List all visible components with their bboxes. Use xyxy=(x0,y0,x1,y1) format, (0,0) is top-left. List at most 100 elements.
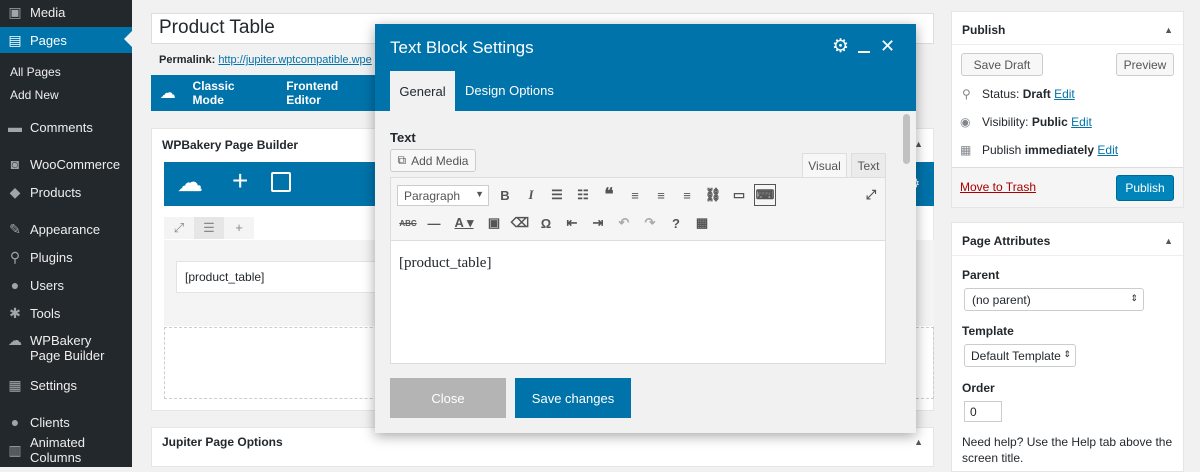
editor-tab-text[interactable]: Text xyxy=(851,153,886,177)
text-block-element[interactable]: [product_table] xyxy=(176,261,376,293)
row-layout-icon[interactable]: ☰ xyxy=(194,217,224,239)
toolbar-toggle-icon[interactable]: ⌨ xyxy=(754,184,776,206)
text-field-label: Text xyxy=(390,130,416,145)
pages-icon: ▤ xyxy=(8,31,22,48)
align-center-icon[interactable]: ≡ xyxy=(650,184,672,206)
template-select[interactable]: Default Template ⇕ xyxy=(964,344,1076,367)
special-character-icon[interactable]: Ω xyxy=(535,212,557,234)
indent-icon[interactable]: ⇥ xyxy=(587,212,609,234)
bullet-list-icon[interactable]: ☰ xyxy=(546,184,568,206)
strikethrough-icon[interactable]: ABC xyxy=(397,212,419,234)
parent-label: Parent xyxy=(962,268,1000,282)
align-right-icon[interactable]: ≡ xyxy=(676,184,698,206)
frontend-editor-button[interactable]: Frontend Editor xyxy=(286,79,375,107)
close-button[interactable]: Close xyxy=(390,378,506,418)
outdent-icon[interactable]: ⇤ xyxy=(561,212,583,234)
publish-box: Publish ▲ Save Draft Preview ⚲ Status: D… xyxy=(951,11,1184,208)
row-add-icon[interactable]: + xyxy=(224,217,254,239)
sidebar-item-clients[interactable]: ● Clients xyxy=(0,412,132,432)
row-expand-icon[interactable]: ⤢ xyxy=(164,217,194,239)
sidebar-item-products[interactable]: ◆ Products xyxy=(0,182,132,202)
collapse-icon[interactable]: ▲ xyxy=(914,437,923,447)
clear-formatting-icon[interactable]: ⌫ xyxy=(509,212,531,234)
sidebar-item-woocommerce[interactable]: ◙ WooCommerce xyxy=(0,154,132,174)
save-draft-button[interactable]: Save Draft xyxy=(961,53,1043,76)
toolbar-row-2: ABC — A ▾ ▣ ⌫ Ω ⇤ ⇥ ↶ ↷ ? ▦ xyxy=(397,212,713,234)
visibility-edit-link[interactable]: Edit xyxy=(1071,115,1092,129)
add-media-button[interactable]: ⧉ Add Media xyxy=(390,149,476,172)
tab-general[interactable]: General xyxy=(390,71,455,111)
blockquote-icon[interactable]: ❝ xyxy=(598,184,620,206)
sidebar-item-users[interactable]: ● Users xyxy=(0,275,132,295)
scrollbar[interactable] xyxy=(903,114,910,164)
save-changes-button[interactable]: Save changes xyxy=(515,378,631,418)
admin-sidebar: ▣ Media ▤ Pages All Pages Add New ▬ Comment… xyxy=(0,0,132,467)
numbered-list-icon[interactable]: ☷ xyxy=(572,184,594,206)
redo-icon[interactable]: ↷ xyxy=(639,212,661,234)
editor-content[interactable]: [product_table] xyxy=(390,241,886,364)
table-icon[interactable]: ▦ xyxy=(691,212,713,234)
tab-design-options[interactable]: Design Options xyxy=(465,83,554,98)
clients-icon: ● xyxy=(10,414,20,430)
jupiter-metabox: Jupiter Page Options ▲ xyxy=(151,427,934,467)
parent-select[interactable]: (no parent) ⇕ xyxy=(964,288,1144,311)
horizontal-line-icon[interactable]: — xyxy=(423,212,445,234)
media-icon: ⧉ xyxy=(397,153,407,167)
sidebar-item-label: Settings xyxy=(30,377,77,393)
schedule-value: immediately xyxy=(1024,143,1095,157)
preview-button[interactable]: Preview xyxy=(1116,53,1174,76)
classic-mode-button[interactable]: Classic Mode xyxy=(193,79,269,107)
sidebar-sub-all-pages[interactable]: All Pages xyxy=(10,65,61,79)
chevron-updown-icon: ⇕ xyxy=(1063,349,1071,359)
align-left-icon[interactable]: ≡ xyxy=(624,184,646,206)
visibility-value: Public xyxy=(1031,115,1068,129)
collapse-icon[interactable]: ▲ xyxy=(1164,25,1173,35)
sidebar-item-pages[interactable]: ▤ Pages xyxy=(0,27,132,53)
move-to-trash-link[interactable]: Move to Trash xyxy=(960,180,1036,194)
format-select[interactable]: Paragraph ▼ xyxy=(397,185,489,206)
italic-icon[interactable]: I xyxy=(520,184,542,206)
sidebar-item-tools[interactable]: ✱ Tools xyxy=(0,303,132,323)
fullscreen-icon[interactable]: ⤢ xyxy=(860,184,882,206)
sidebar-item-appearance[interactable]: ✎ Appearance xyxy=(0,219,132,239)
paste-text-icon[interactable]: ▣ xyxy=(483,212,505,234)
schedule-label: Publish xyxy=(982,143,1022,157)
undo-icon[interactable]: ↶ xyxy=(613,212,635,234)
sidebar-item-media[interactable]: ▣ Media xyxy=(0,2,132,22)
sidebar-item-label: Users xyxy=(30,277,64,293)
permalink-link[interactable]: http://jupiter.wptcompatible.wpe xyxy=(218,54,371,66)
close-icon[interactable]: ✕ xyxy=(880,36,895,57)
gear-icon[interactable]: ⚙ xyxy=(832,35,849,58)
metabox-title: WPBakery Page Builder xyxy=(162,138,299,152)
parent-value: (no parent) xyxy=(972,293,1031,307)
sidebar-item-label: Pages xyxy=(30,32,67,48)
wpbakery-cloud-icon[interactable]: ☁ xyxy=(177,168,203,196)
tinymce-toolbar: Paragraph ▼ B I ☰ ☷ ❝ ≡ ≡ ≡ ⛓ ▭ ⌨ ⤢ ABC —… xyxy=(390,177,886,241)
sidebar-item-animated-columns[interactable]: ▥ Animated Columns xyxy=(0,435,132,465)
sidebar-item-wpbakery[interactable]: ☁ WPBakery Page Builder xyxy=(0,333,132,365)
editor-tab-visual[interactable]: Visual xyxy=(802,153,847,177)
read-more-icon[interactable]: ▭ xyxy=(728,184,750,206)
text-color-icon[interactable]: A ▾ xyxy=(449,212,479,234)
sidebar-sub-add-new[interactable]: Add New xyxy=(10,88,59,102)
schedule-edit-link[interactable]: Edit xyxy=(1097,143,1118,157)
users-icon: ● xyxy=(10,277,20,293)
bold-icon[interactable]: B xyxy=(494,184,516,206)
status-edit-link[interactable]: Edit xyxy=(1054,87,1075,101)
link-icon[interactable]: ⛓ xyxy=(702,184,724,206)
order-input[interactable]: 0 xyxy=(964,401,1002,422)
schedule-row: ▦ Publish immediately Edit xyxy=(960,143,1118,157)
publish-button[interactable]: Publish xyxy=(1116,175,1174,201)
collapse-icon[interactable]: ▲ xyxy=(1164,236,1173,246)
help-icon[interactable]: ? xyxy=(665,212,687,234)
sidebar-item-label: Animated Columns xyxy=(30,435,85,465)
minimize-icon[interactable] xyxy=(858,37,870,53)
sidebar-item-comments[interactable]: ▬ Comments xyxy=(0,117,132,137)
settings-icon: ▦ xyxy=(8,376,22,393)
active-arrow xyxy=(124,31,132,47)
sidebar-item-plugins[interactable]: ⚲ Plugins xyxy=(0,247,132,267)
add-element-icon[interactable]: + xyxy=(232,167,248,195)
sidebar-item-label: WPBakery Page Builder xyxy=(30,333,105,363)
sidebar-item-settings[interactable]: ▦ Settings xyxy=(0,375,132,395)
templates-icon[interactable] xyxy=(271,172,291,192)
